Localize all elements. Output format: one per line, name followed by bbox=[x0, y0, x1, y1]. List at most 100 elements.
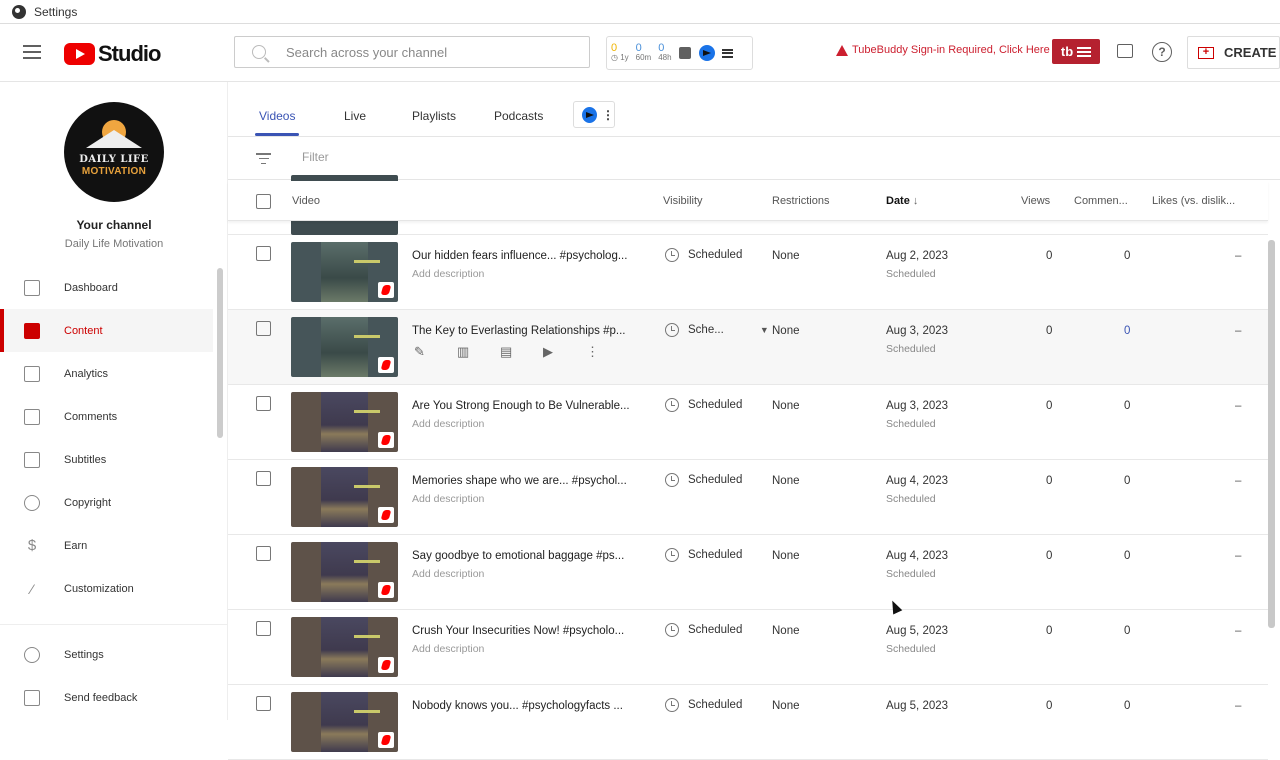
table-row[interactable]: Crush Your Insecurities Now! #psycholo..… bbox=[228, 610, 1268, 685]
visibility-cell[interactable]: Scheduled bbox=[665, 398, 742, 412]
more-options-icon[interactable]: ⋮ bbox=[586, 344, 629, 364]
sidebar-item-customization[interactable]: ⁄ Customization bbox=[0, 567, 213, 610]
video-title[interactable]: The Key to Everlasting Relationships #p.… bbox=[412, 325, 626, 337]
video-title[interactable]: Crush Your Insecurities Now! #psycholo..… bbox=[412, 625, 624, 637]
video-title[interactable]: Nobody knows you... #psychologyfacts ... bbox=[412, 700, 623, 712]
table-row[interactable]: Nobody knows you... #psychologyfacts ...… bbox=[228, 685, 1268, 760]
table-row-partial[interactable] bbox=[228, 175, 1268, 235]
analytics-icon[interactable]: ▥ bbox=[457, 344, 500, 364]
video-title[interactable]: Our hidden fears influence... #psycholog… bbox=[412, 250, 627, 262]
dashboard-icon bbox=[24, 279, 40, 296]
visibility-cell[interactable]: Scheduled bbox=[665, 248, 742, 262]
restrictions-cell: None bbox=[772, 400, 800, 412]
video-description[interactable]: Add description bbox=[412, 643, 484, 655]
visibility-cell[interactable]: Scheduled bbox=[665, 473, 742, 487]
video-description[interactable]: Add description bbox=[412, 493, 484, 505]
video-description[interactable]: Add description bbox=[412, 568, 484, 580]
video-thumbnail[interactable] bbox=[291, 542, 398, 602]
table-scrollbar[interactable] bbox=[1268, 240, 1275, 628]
filter-icon[interactable] bbox=[256, 153, 271, 164]
column-likes[interactable]: Likes (vs. dislik... bbox=[1152, 195, 1235, 207]
column-comments[interactable]: Commen... bbox=[1074, 195, 1128, 207]
row-checkbox[interactable] bbox=[256, 471, 271, 486]
sidebar-item-earn[interactable]: $ Earn bbox=[0, 524, 213, 567]
create-button[interactable]: + CREATE bbox=[1187, 36, 1280, 69]
help-icon[interactable]: ? bbox=[1152, 42, 1172, 62]
video-thumbnail[interactable] bbox=[291, 242, 398, 302]
comments-cell[interactable]: 0 bbox=[1124, 550, 1130, 562]
edit-icon[interactable]: ✎ bbox=[414, 344, 457, 364]
sidebar-item-subtitles[interactable]: Subtitles bbox=[0, 438, 213, 481]
column-date[interactable]: Date ↓ bbox=[886, 195, 918, 207]
tab-live[interactable]: Live bbox=[344, 109, 366, 123]
select-all-checkbox[interactable] bbox=[256, 194, 271, 209]
table-row[interactable]: Are You Strong Enough to Be Vulnerable..… bbox=[228, 385, 1268, 460]
tubebuddy-signin-warning[interactable]: TubeBuddy Sign-in Required, Click Here bbox=[836, 44, 1050, 56]
comments-cell[interactable]: 0 bbox=[1124, 325, 1130, 337]
row-checkbox[interactable] bbox=[256, 546, 271, 561]
youtube-icon[interactable]: ▶ bbox=[543, 344, 586, 364]
comments-cell[interactable]: 0 bbox=[1124, 625, 1130, 637]
visibility-cell[interactable]: Scheduled bbox=[665, 698, 742, 712]
table-row[interactable]: Our hidden fears influence... #psycholog… bbox=[228, 235, 1268, 310]
sidebar-item-content[interactable]: Content bbox=[0, 309, 213, 352]
menu-icon[interactable] bbox=[23, 45, 41, 59]
bar-chart-icon[interactable] bbox=[678, 47, 691, 59]
sidebar-item-comments[interactable]: Comments bbox=[0, 395, 213, 438]
sidebar-item-settings[interactable]: Settings bbox=[0, 633, 228, 676]
row-checkbox[interactable] bbox=[256, 396, 271, 411]
visibility-cell[interactable]: Scheduled bbox=[665, 623, 742, 637]
tubebuddy-tab-extension[interactable]: ⋮ bbox=[573, 101, 615, 128]
comments-cell[interactable]: 0 bbox=[1124, 400, 1130, 412]
sidebar-item-send-feedback[interactable]: Send feedback bbox=[0, 676, 228, 719]
restrictions-cell: None bbox=[772, 325, 800, 337]
studio-logo[interactable]: Studio bbox=[64, 41, 161, 67]
visibility-cell[interactable]: Scheduled bbox=[665, 548, 742, 562]
video-thumbnail[interactable] bbox=[291, 692, 398, 752]
tubebuddy-button[interactable]: tb bbox=[1052, 39, 1100, 64]
row-checkbox[interactable] bbox=[256, 246, 271, 261]
channel-avatar[interactable]: DAILY LIFE MOTIVATION bbox=[64, 102, 164, 202]
sidebar-item-dashboard[interactable]: Dashboard bbox=[0, 266, 213, 309]
tubebuddy-icon[interactable] bbox=[698, 45, 715, 61]
row-checkbox[interactable] bbox=[256, 621, 271, 636]
video-thumbnail[interactable] bbox=[291, 467, 398, 527]
video-thumbnail[interactable] bbox=[291, 617, 398, 677]
video-description[interactable]: Add description bbox=[412, 268, 484, 280]
feedback-icon[interactable] bbox=[1117, 44, 1133, 58]
search-box[interactable] bbox=[234, 36, 590, 68]
column-visibility[interactable]: Visibility bbox=[663, 195, 703, 207]
video-thumbnail[interactable] bbox=[291, 392, 398, 452]
visibility-dropdown-icon[interactable]: ▼ bbox=[760, 325, 769, 335]
comments-cell[interactable]: 0 bbox=[1124, 250, 1130, 262]
row-checkbox[interactable] bbox=[256, 696, 271, 711]
table-row[interactable]: Say goodbye to emotional baggage #ps... … bbox=[228, 535, 1268, 610]
filter-input[interactable] bbox=[302, 150, 602, 164]
tubebuddy-stats[interactable]: 0 ◷ 1y 0 60m 0 48h bbox=[606, 36, 753, 70]
video-title[interactable]: Memories shape who we are... #psychol... bbox=[412, 475, 627, 487]
video-description[interactable]: Add description bbox=[412, 418, 484, 430]
table-row[interactable]: Memories shape who we are... #psychol...… bbox=[228, 460, 1268, 535]
comments-cell[interactable]: 0 bbox=[1124, 700, 1130, 712]
visibility-cell[interactable]: Sche... ▼ bbox=[665, 323, 769, 337]
more-options-icon[interactable]: ⋮ bbox=[602, 109, 614, 121]
video-title[interactable]: Say goodbye to emotional baggage #ps... bbox=[412, 550, 624, 562]
column-views[interactable]: Views bbox=[1021, 195, 1050, 207]
sidebar-scrollbar[interactable] bbox=[217, 268, 223, 438]
search-icon bbox=[252, 45, 266, 59]
table-row[interactable]: The Key to Everlasting Relationships #p.… bbox=[228, 310, 1268, 385]
search-input[interactable] bbox=[286, 44, 576, 60]
thumbnail-image bbox=[321, 392, 380, 452]
comments-icon[interactable]: ▤ bbox=[500, 344, 543, 364]
comments-cell[interactable]: 0 bbox=[1124, 475, 1130, 487]
video-thumbnail[interactable] bbox=[291, 317, 398, 377]
sidebar-item-analytics[interactable]: Analytics bbox=[0, 352, 213, 395]
tubebuddy-menu-icon[interactable] bbox=[721, 48, 733, 58]
tab-playlists[interactable]: Playlists bbox=[412, 109, 456, 123]
column-restrictions[interactable]: Restrictions bbox=[772, 195, 829, 207]
sidebar-item-copyright[interactable]: Copyright bbox=[0, 481, 213, 524]
video-title[interactable]: Are You Strong Enough to Be Vulnerable..… bbox=[412, 400, 630, 412]
tab-videos[interactable]: Videos bbox=[254, 109, 301, 136]
tab-podcasts[interactable]: Podcasts bbox=[494, 109, 543, 123]
row-checkbox[interactable] bbox=[256, 321, 271, 336]
